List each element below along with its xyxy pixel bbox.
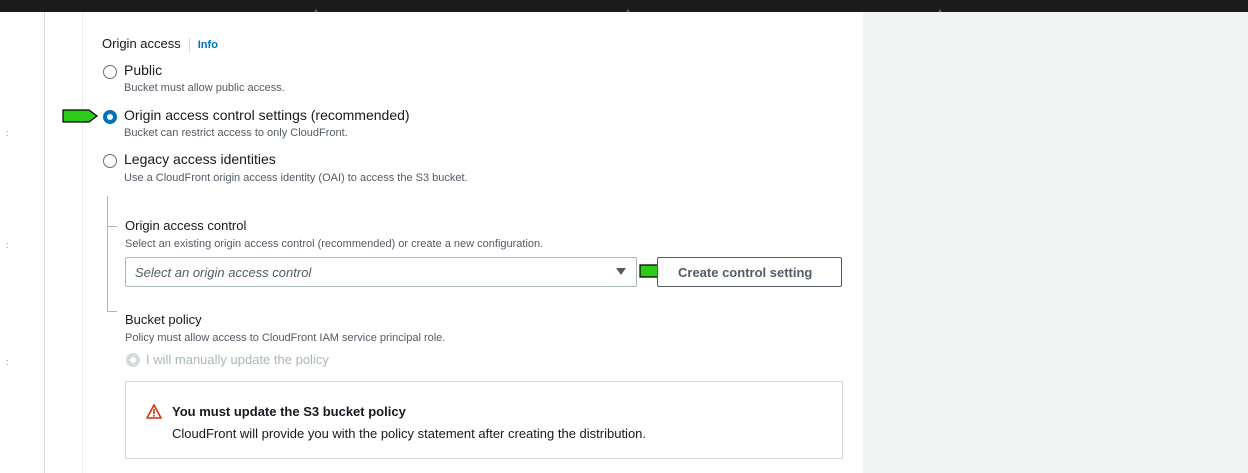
pointer-arrow-icon	[62, 109, 98, 123]
side-area	[863, 12, 1248, 473]
bucket-policy-description: Policy must allow access to CloudFront I…	[125, 332, 446, 344]
option-oac-description: Bucket can restrict access to only Cloud…	[124, 127, 348, 139]
select-placeholder: Select an origin access control	[135, 265, 312, 280]
alert-title: You must update the S3 bucket policy	[172, 404, 406, 419]
warning-alert: You must update the S3 bucket policy Clo…	[125, 381, 843, 459]
origin-access-control-select[interactable]: Select an origin access control	[125, 257, 637, 287]
option-legacy-description: Use a CloudFront origin access identity …	[124, 172, 468, 184]
radio-legacy-identities[interactable]	[103, 154, 117, 168]
alert-body: CloudFront will provide you with the pol…	[172, 426, 647, 441]
manual-update-policy-label: I will manually update the policy	[146, 352, 329, 367]
radio-manual-update-policy[interactable]	[126, 353, 140, 367]
tree-connector	[107, 311, 117, 312]
divider	[44, 12, 45, 473]
option-public-description: Bucket must allow public access.	[124, 82, 285, 94]
info-link[interactable]: Info	[198, 39, 218, 51]
origin-access-control-title: Origin access control	[125, 218, 247, 233]
caret-down-icon	[616, 268, 626, 275]
option-oac-title: Origin access control settings (recommen…	[124, 107, 410, 123]
warning-icon	[146, 404, 162, 419]
origin-access-control-description: Select an existing origin access control…	[125, 238, 544, 250]
option-public-title: Public	[124, 62, 163, 78]
gutter-marker-icon: :	[6, 357, 9, 367]
left-gutter: : : :	[0, 12, 44, 473]
radio-public[interactable]	[103, 65, 117, 79]
tree-connector	[107, 196, 108, 311]
tree-connector	[107, 226, 117, 227]
origin-access-label: Origin access	[102, 36, 181, 51]
gutter-marker-icon: :	[6, 128, 9, 138]
create-control-setting-label: Create control setting	[678, 265, 813, 280]
radio-origin-access-control[interactable]	[103, 110, 117, 124]
bucket-policy-title: Bucket policy	[125, 312, 202, 327]
divider	[188, 37, 190, 52]
gutter-marker-icon: :	[6, 240, 9, 250]
top-bar: ^ ^ ^	[0, 0, 1248, 18]
option-legacy-title: Legacy access identities	[124, 151, 276, 167]
origin-access-header: Origin access Info	[102, 36, 218, 52]
create-control-setting-button[interactable]: Create control setting	[657, 257, 842, 287]
